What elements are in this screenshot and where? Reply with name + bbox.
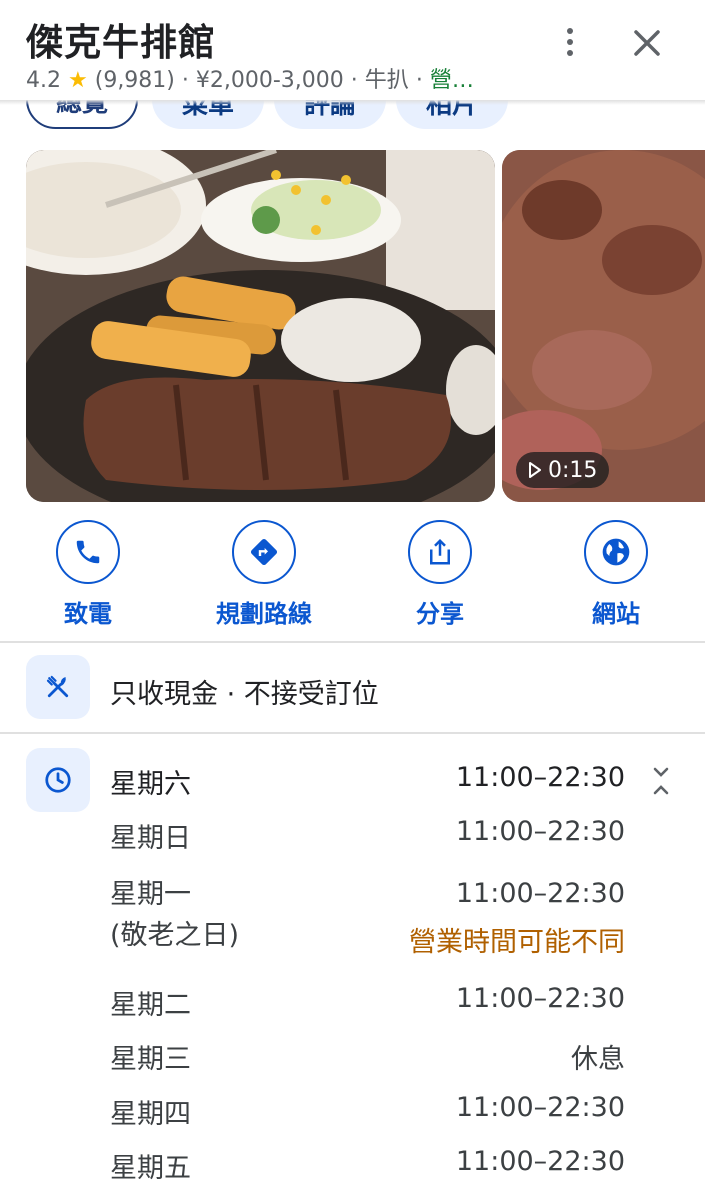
hours-time: 11:00–22:30	[455, 1092, 625, 1123]
hours-day: 星期三	[110, 1044, 191, 1075]
play-icon	[529, 462, 541, 478]
share-button-circle[interactable]	[408, 520, 472, 584]
service-options-text: 只收現金 · 不接受訂位	[110, 679, 379, 710]
call-label: 致電	[64, 600, 112, 628]
hours-time: 11:00–22:30	[455, 878, 625, 909]
review-count[interactable]: (9,981)	[95, 68, 175, 93]
divider	[0, 732, 705, 734]
website-label: 網站	[592, 600, 640, 628]
place-header: 傑克牛排館 4.2 ★ (9,981) · ¥2,000-3,000 · 牛扒 …	[0, 0, 705, 100]
place-title: 傑克牛排館	[26, 21, 216, 64]
steak-closeup-image	[502, 150, 705, 502]
hours-day: 星期四	[110, 1099, 191, 1130]
collapse-icon	[653, 767, 669, 795]
hours-time: 11:00–22:30	[455, 816, 625, 847]
dot	[567, 50, 573, 56]
dot	[567, 39, 573, 45]
quick-actions: 致電 規劃路線 分享 網站	[0, 520, 705, 630]
hours-time: 11:00–22:30	[455, 983, 625, 1014]
close-icon	[634, 30, 660, 56]
hours-warning: 營業時間可能不同	[409, 927, 625, 958]
rating-value: 4.2	[26, 68, 61, 93]
hours-time: 11:00–22:30	[455, 1146, 625, 1177]
clock-icon	[45, 767, 71, 793]
video-duration-badge: 0:15	[516, 452, 610, 488]
hours-time: 休息	[571, 1044, 625, 1075]
price-range: ¥2,000-3,000	[195, 68, 344, 93]
dot	[567, 28, 573, 34]
more-options-button[interactable]	[552, 20, 588, 64]
phone-icon	[76, 540, 100, 564]
hours-day: 星期五	[110, 1153, 191, 1184]
directions-button[interactable]: 規劃路線	[194, 520, 334, 629]
restaurant-icon	[46, 675, 69, 698]
website-button[interactable]: 網站	[546, 520, 686, 629]
header-shadow	[0, 100, 705, 105]
share-icon	[430, 538, 450, 565]
video-steak-closeup[interactable]: 0:15	[502, 150, 705, 502]
service-icon-box	[26, 655, 90, 719]
category: 牛扒	[364, 68, 409, 93]
share-button[interactable]: 分享	[370, 520, 510, 629]
hours-icon-box	[26, 748, 90, 812]
hours-day: 星期二	[110, 990, 191, 1021]
directions-button-circle[interactable]	[232, 520, 296, 584]
separator: ·	[181, 68, 189, 93]
directions-label: 規劃路線	[216, 600, 312, 628]
open-status: 營…	[429, 68, 474, 93]
globe-icon	[602, 538, 630, 566]
steak-plate-image	[26, 150, 495, 502]
collapse-hours-button[interactable]	[646, 764, 676, 798]
hours-day: 星期日	[110, 823, 191, 854]
divider	[0, 641, 705, 643]
photo-steak-plate[interactable]	[26, 150, 495, 502]
hours-day: 星期一	[110, 879, 191, 910]
hours-time: 11:00–22:30	[455, 762, 625, 793]
holiday-note: (敬老之日)	[110, 920, 240, 951]
call-button-circle[interactable]	[56, 520, 120, 584]
call-button[interactable]: 致電	[18, 520, 158, 629]
website-button-circle[interactable]	[584, 520, 648, 584]
star-icon: ★	[68, 68, 88, 93]
directions-icon	[250, 538, 278, 566]
share-label: 分享	[416, 600, 464, 628]
place-summary: 4.2 ★ (9,981) · ¥2,000-3,000 · 牛扒 · 營…	[26, 62, 474, 94]
video-duration: 0:15	[548, 457, 598, 483]
separator: ·	[415, 68, 423, 93]
hours-day: 星期六	[110, 769, 191, 800]
separator: ·	[350, 68, 358, 93]
close-button[interactable]	[626, 22, 668, 64]
